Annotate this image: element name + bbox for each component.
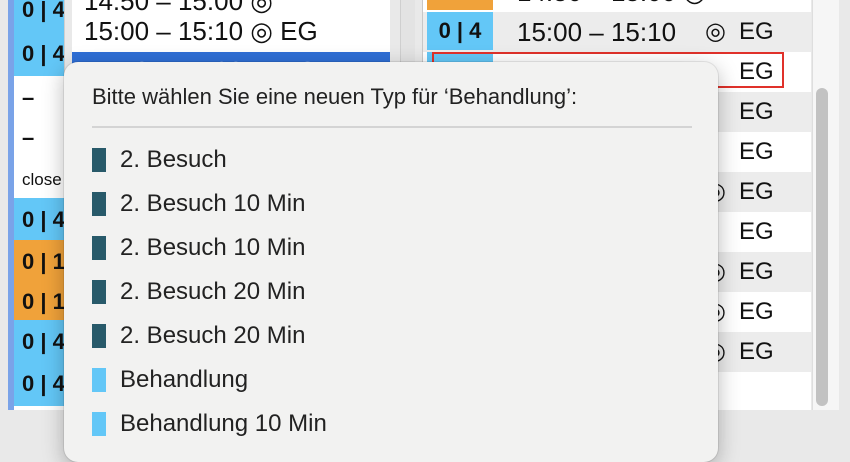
- slot-count-badge: 0 | 4: [427, 12, 493, 50]
- left-slot-label: 0 | 1: [22, 249, 65, 274]
- left-slot-row[interactable]: close: [14, 158, 64, 202]
- left-slot-row[interactable]: 0 | 1: [14, 280, 65, 324]
- room-label: EG: [739, 98, 774, 125]
- type-option-label: Behandlung 10 Min: [120, 410, 327, 437]
- appointment-row[interactable]: 14:50 – 15:00 ◎: [423, 0, 811, 12]
- left-calendar-column: 0 | 4 0 | 4 – – close 0 | 4 0 | 1 0 | 1 0 | 4 0 |…: [8, 0, 65, 410]
- slot-time-label: 15:00 – 15:10 ◎ EG: [84, 15, 318, 46]
- scrollbar-thumb[interactable]: [816, 88, 828, 406]
- left-slot-label: 0 | 4: [22, 41, 65, 66]
- room-label: EG: [739, 338, 774, 365]
- left-slot-row[interactable]: –: [14, 116, 64, 160]
- slot-time-label: 15:00 – 15:10: [517, 17, 677, 47]
- left-slot-row[interactable]: 0 | 4: [14, 198, 65, 242]
- color-swatch-icon: [92, 412, 106, 436]
- type-selection-popup: Bitte wählen Sie eine neuen Typ für ‘Beh…: [64, 62, 718, 462]
- left-slot-row[interactable]: 0 | 4: [14, 362, 65, 406]
- slot-count-badge: [427, 0, 493, 10]
- type-option-label: 2. Besuch: [120, 146, 227, 173]
- left-slot-label: 0 | 4: [22, 207, 65, 232]
- popup-separator: [92, 126, 692, 128]
- type-option-label: Behandlung: [120, 366, 249, 393]
- type-option-label: 2. Besuch 10 Min: [120, 234, 306, 261]
- type-option[interactable]: 2. Besuch: [92, 140, 712, 180]
- middle-slot-row[interactable]: 15:00 – 15:10 ◎ EG: [72, 12, 390, 50]
- room-label: EG: [739, 258, 774, 285]
- color-swatch-icon: [92, 324, 106, 348]
- room-label: EG: [739, 298, 774, 325]
- type-option[interactable]: 2. Besuch 20 Min: [92, 316, 712, 356]
- room-label: EG: [739, 18, 774, 45]
- left-slot-row[interactable]: 0 | 1: [14, 240, 65, 284]
- left-slot-label: 0 | 4: [22, 329, 65, 354]
- left-slot-label: –: [22, 85, 35, 110]
- left-slot-label: 0 | 1: [22, 289, 65, 314]
- popup-title: Bitte wählen Sie eine neuen Typ für ‘Beh…: [92, 84, 578, 109]
- left-slot-label: close: [22, 170, 62, 189]
- type-option[interactable]: 2. Besuch 20 Min: [92, 272, 712, 312]
- color-swatch-icon: [92, 192, 106, 216]
- color-swatch-icon: [92, 236, 106, 260]
- left-slot-row[interactable]: 0 | 4: [14, 320, 65, 364]
- room-label: EG: [739, 218, 774, 245]
- color-swatch-icon: [92, 368, 106, 392]
- left-slot-row[interactable]: 0 | 4: [14, 0, 65, 32]
- type-option[interactable]: 2. Besuch 10 Min: [92, 184, 712, 224]
- left-slot-row[interactable]: 0 | 4: [14, 32, 65, 76]
- color-swatch-icon: [92, 148, 106, 172]
- left-slot-label: 0 | 4: [22, 371, 65, 396]
- left-slot-row[interactable]: –: [14, 76, 64, 120]
- type-option[interactable]: 2. Besuch 10 Min: [92, 228, 712, 268]
- room-label: EG: [739, 138, 774, 165]
- type-option-label: 2. Besuch 10 Min: [120, 190, 306, 217]
- type-option[interactable]: Behandlung: [92, 360, 712, 400]
- slot-time-label: 14:50 – 15:00 ◎: [517, 0, 706, 12]
- type-option-label: 2. Besuch 20 Min: [120, 278, 306, 305]
- type-option[interactable]: Behandlung 10 Min: [92, 404, 712, 444]
- target-circle-icon: ◎: [705, 18, 726, 45]
- room-label: EG: [739, 178, 774, 205]
- left-slot-label: –: [22, 125, 35, 150]
- color-swatch-icon: [92, 280, 106, 304]
- left-slot-label: 0 | 4: [22, 0, 65, 22]
- type-option-label: 2. Besuch 20 Min: [120, 322, 306, 349]
- appointment-row[interactable]: 0 | 4 15:00 – 15:10 ◎ EG: [423, 12, 811, 52]
